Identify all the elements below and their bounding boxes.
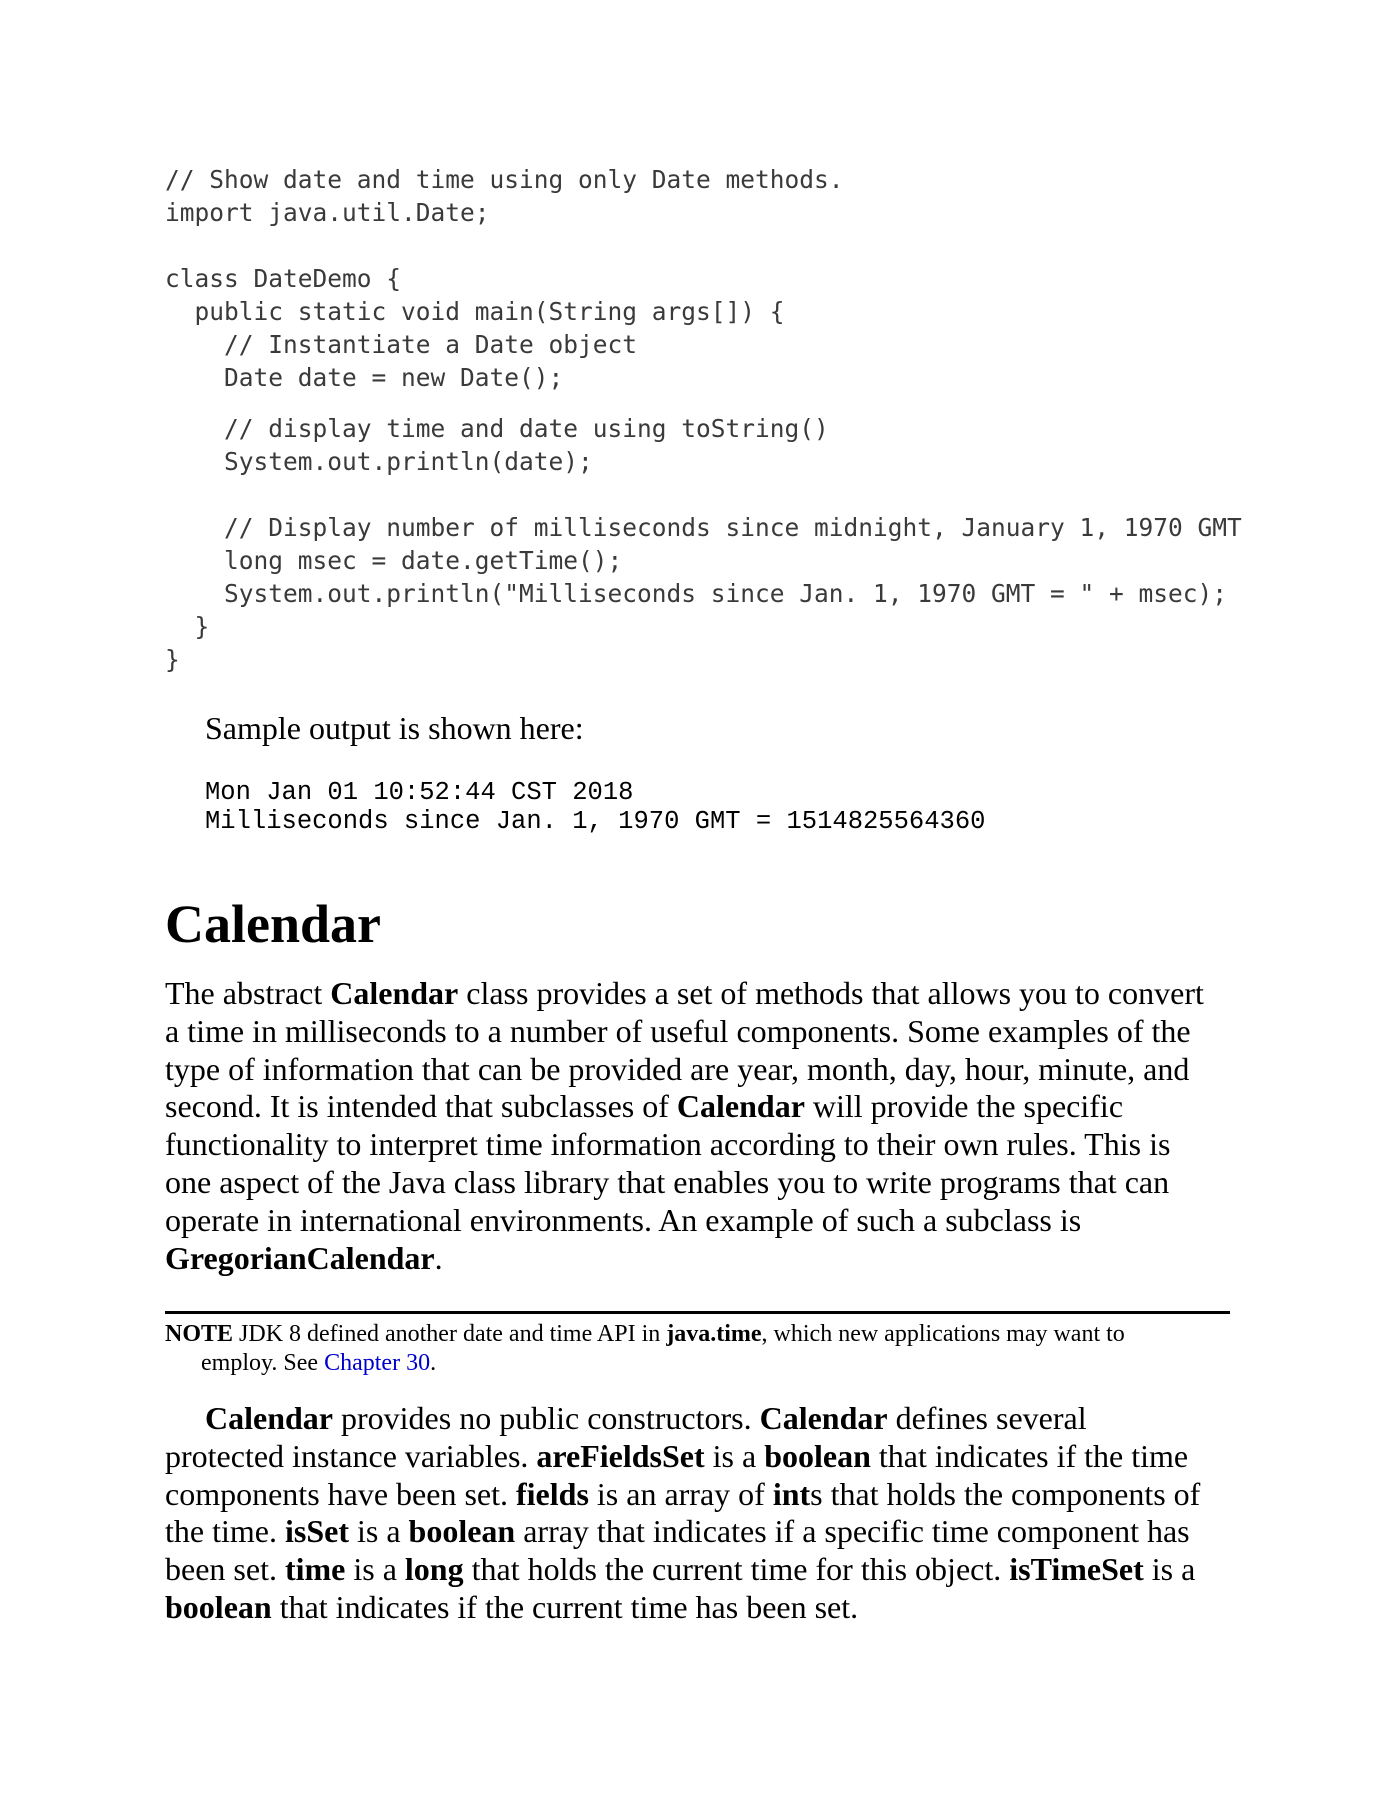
code-listing: // Show date and time using only Date me… <box>165 163 1242 676</box>
code-line: System.out.println("Milliseconds since J… <box>165 579 1228 608</box>
note-box: NOTE JDK 8 defined another date and time… <box>165 1311 1230 1378</box>
bold-term: long <box>404 1551 464 1588</box>
code-line: public static void main(String args[]) { <box>165 297 785 326</box>
bold-term: areFieldsSet <box>536 1437 705 1474</box>
paragraph-line: The abstract Calendar class provides a s… <box>165 975 1245 1013</box>
calendar-intro-paragraph: The abstract Calendar class provides a s… <box>165 975 1245 1277</box>
code-line: } <box>165 645 180 674</box>
text-run: The abstract <box>165 975 331 1011</box>
bold-term: boolean <box>165 1588 272 1625</box>
bold-term: java.time <box>666 1321 762 1347</box>
text-run: protected instance variables. <box>165 1437 537 1474</box>
sample-output-line: Mon Jan 01 10:52:44 CST 2018 <box>205 778 634 807</box>
text-run: s that holds the components of <box>810 1475 1201 1512</box>
code-line: // Show date and time using only Date me… <box>165 165 844 194</box>
bold-term: GregorianCalendar <box>165 1239 435 1276</box>
paragraph-line: a time in milliseconds to a number of us… <box>165 1012 1191 1049</box>
bold-term: time <box>284 1551 346 1588</box>
text-run: defines several <box>887 1400 1087 1436</box>
paragraph-line: second. It is intended that subclasses o… <box>165 1088 1245 1126</box>
text-run: , which new applications may want to <box>761 1321 1125 1347</box>
text-run: . <box>430 1350 437 1376</box>
bold-term: boolean <box>764 1437 871 1474</box>
paragraph-line: been set. time is a long that holds the … <box>165 1551 1245 1589</box>
code-gap <box>165 394 1242 412</box>
code-line: class DateDemo { <box>165 264 402 293</box>
paragraph-line: type of information that can be provided… <box>165 1050 1190 1087</box>
bold-term: Calendar <box>205 1400 333 1436</box>
paragraph-line: Calendar provides no public constructors… <box>165 1400 1245 1438</box>
text-run: that holds the current time for this obj… <box>463 1551 1010 1588</box>
chapter-link[interactable]: Chapter 30 <box>324 1350 430 1376</box>
code-line: // Instantiate a Date object <box>165 330 638 359</box>
sample-output: Mon Jan 01 10:52:44 CST 2018 Milliseconds… <box>205 778 985 836</box>
bold-term: boolean <box>408 1513 516 1550</box>
paragraph-line: GregorianCalendar. <box>165 1240 1245 1278</box>
code-line: import java.util.Date; <box>165 198 490 227</box>
code-line: long msec = date.getTime(); <box>165 546 623 575</box>
bold-term: Calendar <box>759 1400 888 1436</box>
text-run: been set. <box>165 1551 285 1588</box>
sample-output-line: Milliseconds since Jan. 1, 1970 GMT = 15… <box>205 807 986 836</box>
text-run: is a <box>348 1513 409 1550</box>
code-line: } <box>165 612 210 641</box>
text-run: array that indicates if a specific time … <box>515 1513 1190 1550</box>
note-line: NOTE JDK 8 defined another date and time… <box>165 1320 1230 1349</box>
text-run: is a <box>1143 1551 1196 1588</box>
text-run: provides no public constructors. <box>333 1400 760 1436</box>
code-line: System.out.println(date); <box>165 447 593 476</box>
paragraph-line: operate in international environments. A… <box>165 1201 1082 1238</box>
sample-output-intro: Sample output is shown here: <box>205 710 584 746</box>
text-run: will provide the specific <box>804 1088 1124 1125</box>
paragraph-line: one aspect of the Java class library tha… <box>165 1163 1170 1200</box>
text-run: second. It is intended that subclasses o… <box>165 1088 677 1125</box>
text-run: class provides a set of methods that all… <box>458 975 1204 1011</box>
text-run: components have been set. <box>165 1475 516 1512</box>
paragraph-line: functionality to interpret time informat… <box>165 1126 1171 1163</box>
text-run: . <box>434 1239 443 1276</box>
text-run: that indicates if the current time has b… <box>271 1588 859 1625</box>
bold-term: isTimeSet <box>1009 1551 1144 1588</box>
text-run: is an array of <box>588 1475 773 1512</box>
paragraph-line: protected instance variables. areFieldsS… <box>165 1438 1245 1476</box>
code-line: // display time and date using toString(… <box>165 414 829 443</box>
bold-term: int <box>772 1475 811 1512</box>
text-run: JDK 8 defined another date and time API … <box>233 1321 667 1347</box>
paragraph-line: components have been set. fields is an a… <box>165 1476 1245 1514</box>
note-line: employ. See Chapter 30. <box>165 1349 1230 1378</box>
bold-term: isSet <box>284 1513 349 1550</box>
paragraph-line: the time. isSet is a boolean array that … <box>165 1513 1245 1551</box>
text-run: employ. See <box>201 1350 325 1376</box>
calendar-variables-paragraph: Calendar provides no public constructors… <box>165 1400 1245 1627</box>
bold-term: Calendar <box>676 1088 805 1125</box>
code-line: // Display number of milliseconds since … <box>165 513 1242 542</box>
section-heading: Calendar <box>165 894 381 954</box>
text-run: that indicates if the time <box>870 1437 1189 1474</box>
paragraph-line: boolean that indicates if the current ti… <box>165 1589 1245 1627</box>
bold-term: fields <box>516 1475 589 1512</box>
text-run: is a <box>345 1551 405 1588</box>
code-line: Date date = new Date(); <box>165 363 564 392</box>
text-run: the time. <box>165 1513 285 1550</box>
text-run: is a <box>704 1437 765 1474</box>
note-label: NOTE <box>165 1321 234 1347</box>
bold-term: Calendar <box>330 975 459 1011</box>
